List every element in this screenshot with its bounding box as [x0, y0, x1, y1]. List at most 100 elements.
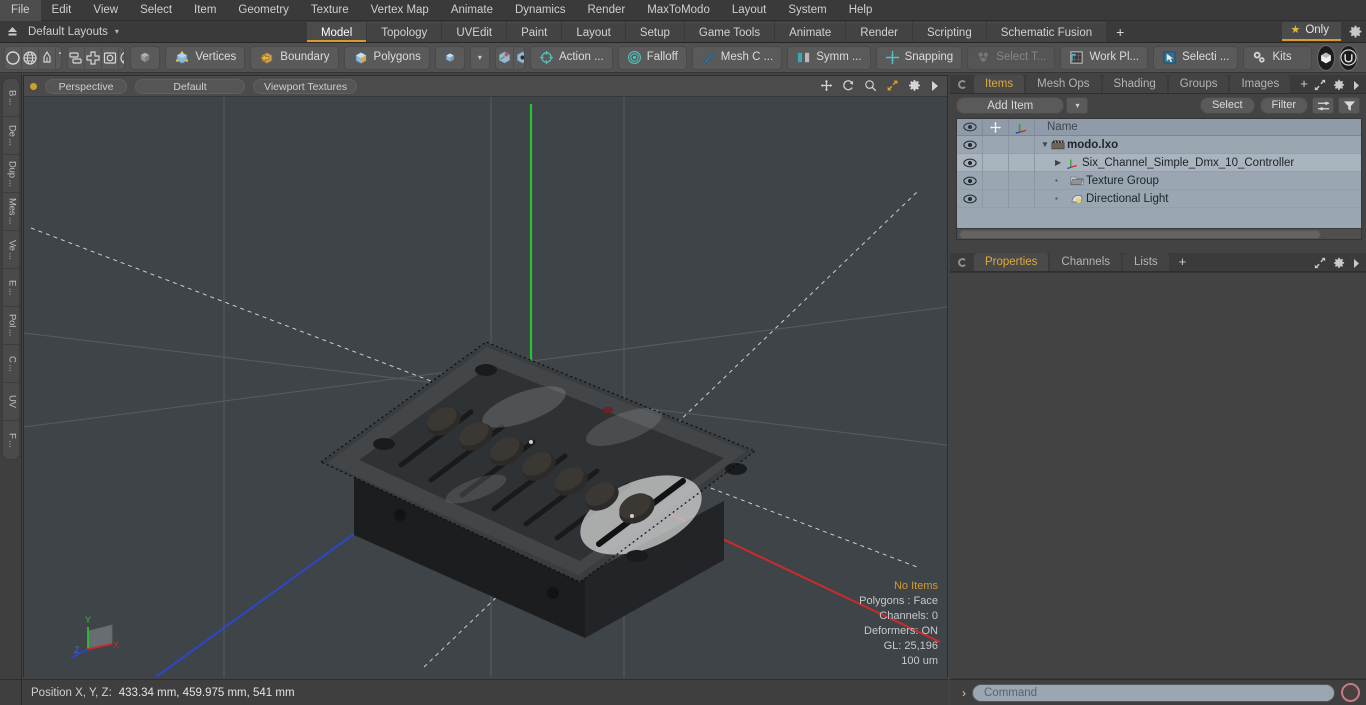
row-lock-cell[interactable] — [983, 153, 1009, 172]
center-cube-icon[interactable] — [514, 47, 524, 69]
3d-viewport[interactable]: Perspective Default Viewport Textures No… — [23, 75, 948, 677]
tab-groups[interactable]: Groups — [1168, 75, 1229, 93]
circle-icon[interactable] — [5, 46, 22, 69]
pivot-cube-icon[interactable] — [496, 46, 514, 69]
select-button[interactable]: Select — [1199, 97, 1255, 114]
row-axis-cell[interactable] — [1009, 189, 1035, 208]
properties-content-area[interactable] — [950, 272, 1366, 678]
kits-button[interactable]: Kits — [1243, 45, 1312, 70]
menu-file[interactable]: File — [0, 0, 41, 21]
gear-icon[interactable] — [908, 79, 921, 92]
vtab-mesh-edit[interactable]: Mes ... — [3, 193, 19, 231]
mesh-constraint-button[interactable]: Mesh C ... — [691, 45, 783, 70]
selection-mode-boundary[interactable]: Boundary — [250, 45, 339, 70]
tab-layout[interactable]: Layout — [562, 21, 625, 42]
panel-menu-icon[interactable] — [958, 80, 967, 89]
add-item-button[interactable]: Add Item — [956, 97, 1065, 114]
menu-render[interactable]: Render — [576, 0, 636, 21]
command-input[interactable] — [972, 683, 1335, 702]
vtab-polygon[interactable]: Pol ... — [3, 307, 19, 345]
menu-geometry[interactable]: Geometry — [227, 0, 300, 21]
filter-button[interactable]: Filter — [1259, 97, 1308, 114]
menu-item[interactable]: Item — [183, 0, 227, 21]
row-axis-cell[interactable] — [1009, 135, 1035, 154]
tab-lists[interactable]: Lists — [1123, 253, 1169, 271]
collapse-triangle-icon[interactable]: ▶ — [1055, 158, 1066, 167]
default-layouts-label[interactable]: Default Layouts — [24, 26, 114, 38]
menu-help[interactable]: Help — [838, 0, 884, 21]
tab-items[interactable]: Items — [974, 75, 1025, 93]
fit-icon[interactable] — [886, 79, 899, 92]
falloff-button[interactable]: Falloff — [617, 45, 687, 70]
pen-icon[interactable] — [39, 46, 56, 69]
menu-edit[interactable]: Edit — [41, 0, 83, 21]
action-center-button[interactable]: Action ... — [529, 45, 613, 70]
tab-paint[interactable]: Paint — [507, 21, 562, 42]
scrollbar-thumb[interactable] — [959, 230, 1321, 239]
stack-icon[interactable] — [68, 46, 86, 69]
menu-view[interactable]: View — [82, 0, 129, 21]
tree-item-mesh[interactable]: ▶ Six_Channel_Simple_Dmx_10_Controller — [1035, 157, 1361, 169]
selection-sets-button[interactable]: Selecti ... — [1153, 45, 1239, 70]
home-up-icon[interactable] — [0, 22, 24, 42]
tab-images[interactable]: Images — [1230, 75, 1291, 93]
add-panel-tab-button[interactable]: + — [1292, 75, 1316, 93]
menu-vertex-map[interactable]: Vertex Map — [360, 0, 440, 21]
row-visibility-toggle[interactable] — [957, 189, 983, 208]
viewport-projection-dropdown[interactable]: Perspective — [45, 78, 127, 94]
add-tab-button[interactable]: + — [1107, 22, 1133, 42]
panel-menu-icon[interactable] — [958, 258, 967, 267]
gear-icon[interactable] — [1344, 25, 1366, 38]
tab-scripting[interactable]: Scripting — [912, 21, 986, 42]
item-tree[interactable]: Name ▼ modo.lxo ▶ Six_Channel_Simple_Dmx… — [956, 118, 1362, 240]
selection-mode-vertices[interactable]: Vertices — [165, 45, 246, 70]
row-visibility-toggle[interactable] — [957, 153, 983, 172]
menu-layout[interactable]: Layout — [721, 0, 778, 21]
item-tree-horizontal-scrollbar[interactable] — [957, 228, 1361, 239]
expand-triangle-icon[interactable]: ▼ — [1041, 140, 1051, 149]
unreal-logo-icon[interactable] — [1339, 44, 1358, 71]
record-circle-icon[interactable] — [1341, 683, 1360, 702]
row-visibility-toggle[interactable] — [957, 171, 983, 190]
chevron-right-icon[interactable] — [1352, 258, 1360, 269]
circle-slash-icon[interactable] — [119, 47, 125, 69]
menu-select[interactable]: Select — [129, 0, 183, 21]
add-item-dropdown[interactable]: ▾ — [1066, 97, 1089, 114]
tab-uvedit[interactable]: UVEdit — [442, 21, 507, 42]
work-plane-button[interactable]: Work Pl... — [1060, 45, 1149, 70]
add-properties-tab-button[interactable]: + — [1171, 253, 1195, 271]
row-lock-cell[interactable] — [983, 189, 1009, 208]
tree-item-directional-light[interactable]: ▪ Directional Light — [1035, 193, 1361, 205]
tree-item-scene[interactable]: ▼ modo.lxo — [1035, 139, 1361, 151]
crosshair-plus-icon[interactable] — [85, 46, 103, 69]
vtab-uv[interactable]: UV — [3, 383, 19, 421]
tab-properties[interactable]: Properties — [974, 253, 1049, 271]
row-lock-cell[interactable] — [983, 171, 1009, 190]
vtab-basic[interactable]: B ... — [3, 79, 19, 117]
menu-dynamics[interactable]: Dynamics — [504, 0, 576, 21]
curve-icon[interactable] — [56, 47, 62, 69]
row-axis-cell[interactable] — [1009, 153, 1035, 172]
viewport-style-dropdown[interactable]: Default — [135, 78, 245, 94]
gear-icon[interactable] — [1333, 257, 1345, 269]
snapping-button[interactable]: Snapping — [875, 45, 963, 70]
tab-model[interactable]: Model — [306, 21, 367, 42]
select-through-button[interactable]: Select T... — [967, 45, 1056, 70]
chevron-right-icon[interactable] — [1352, 80, 1360, 91]
tab-animate[interactable]: Animate — [775, 21, 846, 42]
menu-texture[interactable]: Texture — [300, 0, 360, 21]
menu-system[interactable]: System — [777, 0, 837, 21]
vtab-edge[interactable]: E ... — [3, 269, 19, 307]
expand-icon[interactable] — [1314, 79, 1326, 91]
tab-game-tools[interactable]: Game Tools — [684, 21, 775, 42]
modo-logo-icon[interactable] — [1317, 44, 1335, 71]
menu-maxtomodo[interactable]: MaxToModo — [636, 0, 721, 21]
tab-mesh-ops[interactable]: Mesh Ops — [1026, 75, 1101, 93]
row-visibility-toggle[interactable] — [957, 135, 983, 154]
item-mode-dropdown[interactable]: ▾ — [469, 45, 490, 70]
tab-channels[interactable]: Channels — [1050, 253, 1122, 271]
selection-mode-polygons[interactable]: Polygons — [343, 45, 430, 70]
tab-setup[interactable]: Setup — [625, 21, 684, 42]
play-arrow-icon[interactable] — [930, 80, 940, 92]
gear-icon[interactable] — [1333, 79, 1345, 91]
